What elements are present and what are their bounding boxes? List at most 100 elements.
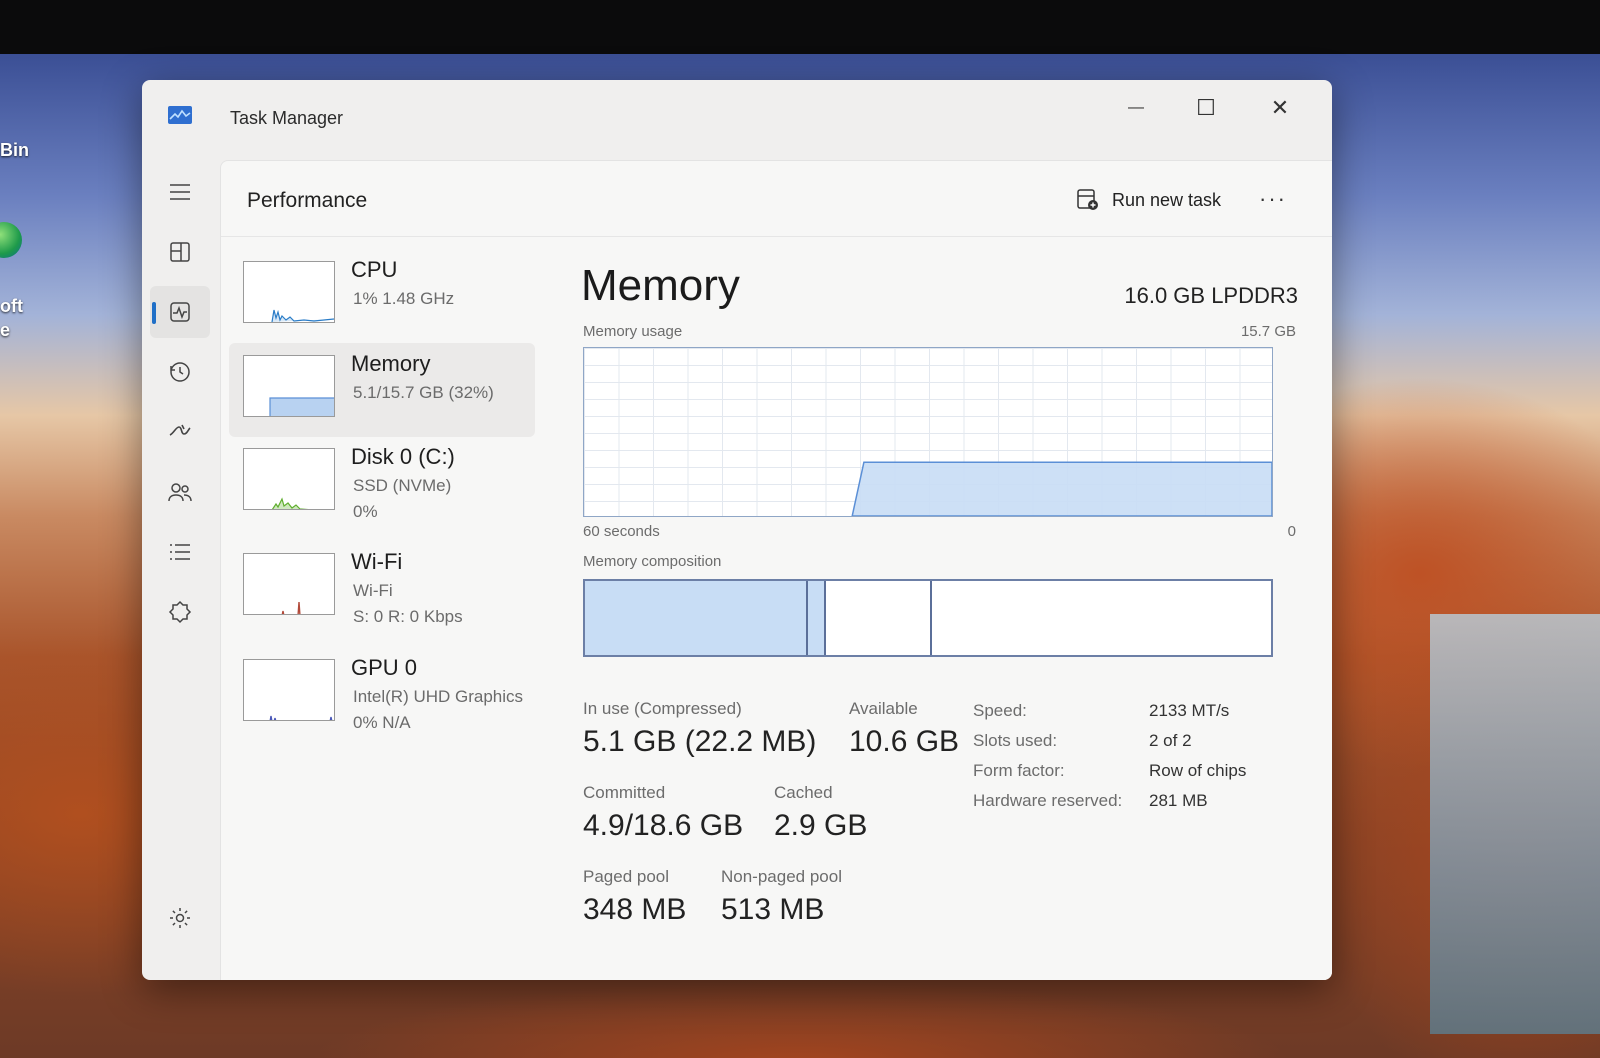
desktop-icon-label-edge-2[interactable]: e xyxy=(0,320,10,341)
processes-icon xyxy=(170,242,190,262)
task-manager-window: Task Manager — ☐ ✕ Performance Run new t… xyxy=(142,80,1332,980)
desktop-icon-label-recycle-bin[interactable]: Bin xyxy=(0,140,29,161)
device-item-memory[interactable]: Memory 5.1/15.7 GB (32%) xyxy=(229,343,535,437)
device-name: Wi-Fi xyxy=(351,549,403,574)
device-detail: Wi-Fi xyxy=(353,581,393,600)
device-item-wifi[interactable]: Wi-Fi Wi-Fi S: 0 R: 0 Kbps xyxy=(229,541,535,635)
nav-services[interactable] xyxy=(150,586,210,638)
nav-details[interactable] xyxy=(150,526,210,578)
more-icon: ··· xyxy=(1259,186,1287,211)
cached-value: 2.9 GB xyxy=(774,809,868,842)
cached-label: Cached xyxy=(774,783,833,802)
memory-composition-bar[interactable] xyxy=(583,579,1273,657)
page-header: Performance Run new task ··· xyxy=(221,161,1332,237)
maximize-button[interactable]: ☐ xyxy=(1178,88,1234,128)
close-button[interactable]: ✕ xyxy=(1252,88,1308,128)
app-history-icon xyxy=(170,362,190,382)
run-new-task-button[interactable]: Run new task xyxy=(1066,181,1231,219)
in-use-label: In use (Compressed) xyxy=(583,699,742,718)
graph-time-end: 0 xyxy=(1287,523,1296,540)
device-detail-2: 0% xyxy=(353,502,378,521)
hardware-reserved-key: Hardware reserved: xyxy=(973,791,1123,810)
paged-pool-value: 348 MB xyxy=(583,893,687,926)
paged-pool-label: Paged pool xyxy=(583,867,670,886)
memory-usage-graph xyxy=(583,347,1273,517)
memory-usage-label: Memory usage xyxy=(583,323,683,340)
available-value: 10.6 GB xyxy=(849,725,960,758)
composition-segment-free[interactable] xyxy=(932,581,1271,655)
minimize-icon: — xyxy=(1128,99,1144,116)
page-title: Performance xyxy=(247,189,368,212)
memory-thumbnail-graph xyxy=(243,355,335,417)
device-detail-2: S: 0 R: 0 Kbps xyxy=(353,607,463,626)
gpu-thumbnail-graph xyxy=(243,659,335,721)
composition-segment-in-use[interactable] xyxy=(585,581,808,655)
more-options-button[interactable]: ··· xyxy=(1251,179,1295,219)
speed-value: 2133 MT/s xyxy=(1149,701,1230,720)
wifi-thumbnail-graph xyxy=(243,553,335,615)
form-factor-key: Form factor: xyxy=(973,761,1065,780)
title-bar[interactable]: Task Manager — ☐ ✕ xyxy=(142,80,1332,156)
task-manager-app-icon xyxy=(168,106,192,124)
screen-bezel xyxy=(0,0,1600,54)
memory-usage-max: 15.7 GB xyxy=(1240,323,1296,340)
desktop-icon-label-edge[interactable]: oft xyxy=(0,296,23,317)
memory-usage-area xyxy=(851,461,1273,517)
hardware-reserved-value: 281 MB xyxy=(1149,791,1208,810)
minimize-button[interactable]: — xyxy=(1108,88,1164,128)
nav-app-history[interactable] xyxy=(150,346,210,398)
run-task-icon xyxy=(1077,189,1098,210)
device-name: CPU xyxy=(351,257,398,282)
window-title: Task Manager xyxy=(230,108,344,128)
nav-menu-button[interactable] xyxy=(150,166,210,218)
in-use-value: 5.1 GB (22.2 MB) xyxy=(583,725,817,758)
slots-used-key: Slots used: xyxy=(973,731,1058,750)
settings-icon xyxy=(170,908,190,928)
details-icon xyxy=(170,544,190,560)
device-name: Disk 0 (C:) xyxy=(351,444,455,469)
cpu-thumbnail-graph xyxy=(243,261,335,323)
form-factor-value: Row of chips xyxy=(1149,761,1247,780)
performance-icon xyxy=(170,302,190,322)
disk-thumbnail-graph xyxy=(243,448,335,510)
run-new-task-label: Run new task xyxy=(1112,189,1222,210)
startup-apps-icon xyxy=(169,424,191,436)
memory-usage-plot xyxy=(851,461,1273,517)
menu-icon xyxy=(170,184,190,200)
memory-composition-label: Memory composition xyxy=(583,553,722,570)
device-item-gpu[interactable]: GPU 0 Intel(R) UHD Graphics 0% N/A xyxy=(229,647,535,741)
committed-label: Committed xyxy=(583,783,666,802)
active-nav-indicator xyxy=(152,302,156,324)
device-detail: 5.1/15.7 GB (32%) xyxy=(353,383,494,402)
navigation-rail xyxy=(142,156,220,980)
speed-key: Speed: xyxy=(973,701,1027,720)
available-label: Available xyxy=(849,699,918,718)
services-icon xyxy=(168,600,192,624)
graph-time-label: 60 seconds xyxy=(583,523,660,540)
nav-startup-apps[interactable] xyxy=(150,406,210,458)
device-detail: Intel(R) UHD Graphics xyxy=(353,687,524,706)
composition-segment-standby[interactable] xyxy=(825,581,933,655)
committed-value: 4.9/18.6 GB xyxy=(583,809,744,842)
device-name: Memory xyxy=(351,351,431,376)
device-detail: 1% 1.48 GHz xyxy=(353,289,455,308)
device-name: GPU 0 xyxy=(351,655,418,680)
composition-segment-modified[interactable] xyxy=(807,581,826,655)
non-paged-pool-value: 513 MB xyxy=(721,893,825,926)
nav-performance[interactable] xyxy=(150,286,210,338)
device-item-cpu[interactable]: CPU 1% 1.48 GHz xyxy=(229,249,535,343)
nav-users[interactable] xyxy=(150,466,210,518)
wallpaper-sea xyxy=(1430,614,1600,1034)
nav-processes[interactable] xyxy=(150,226,210,278)
device-item-disk[interactable]: Disk 0 (C:) SSD (NVMe) 0% xyxy=(229,436,535,530)
maximize-icon: ☐ xyxy=(1196,95,1216,120)
device-detail: SSD (NVMe) xyxy=(353,476,452,495)
memory-spec: 16.0 GB LPDDR3 xyxy=(1124,283,1298,308)
device-detail-2: 0% N/A xyxy=(353,713,411,732)
users-icon xyxy=(168,483,192,502)
close-icon: ✕ xyxy=(1270,95,1290,120)
detail-title: Memory xyxy=(581,261,740,310)
non-paged-pool-label: Non-paged pool xyxy=(721,867,842,886)
nav-settings[interactable] xyxy=(150,892,210,944)
performance-page: Performance Run new task ··· CPU 1% 1.48… xyxy=(220,160,1332,980)
